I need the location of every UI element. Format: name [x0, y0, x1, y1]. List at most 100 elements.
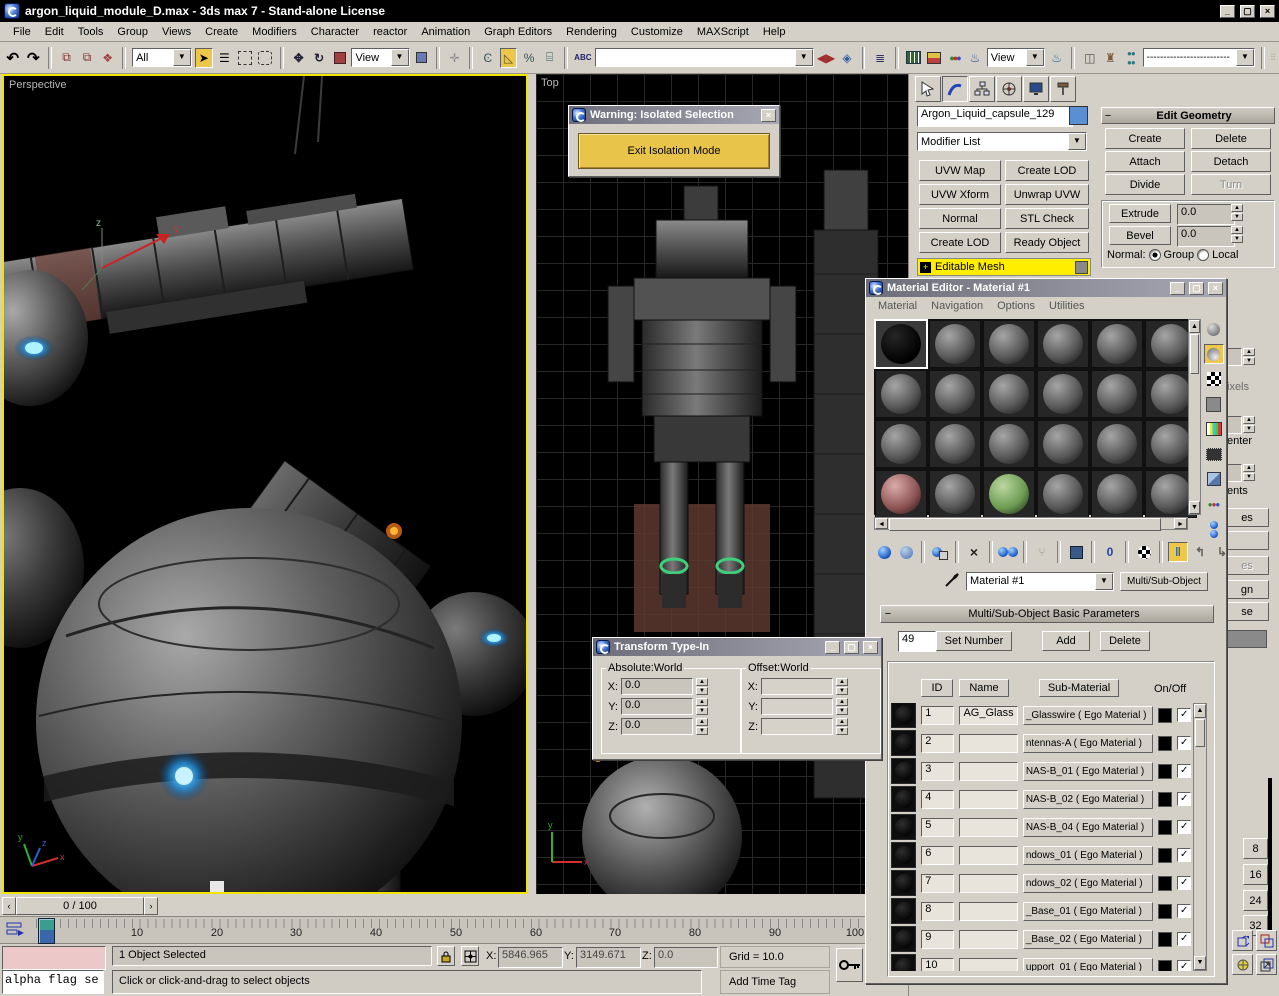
make-preview-icon[interactable]: [1204, 444, 1224, 464]
menu-rendering[interactable]: Rendering: [559, 24, 624, 40]
row-name-field[interactable]: [959, 958, 1017, 972]
create-lod2-button[interactable]: Create LOD: [919, 232, 1001, 253]
video-color-check-icon[interactable]: [1204, 419, 1224, 439]
off-z-spinner[interactable]: ▲▼: [836, 718, 848, 735]
row-name-field[interactable]: [959, 818, 1017, 837]
row-preview-swatch[interactable]: [891, 814, 916, 840]
row-preview-swatch[interactable]: [891, 898, 916, 924]
me-menu-options[interactable]: Options: [991, 300, 1041, 312]
menu-modifiers[interactable]: Modifiers: [245, 24, 304, 40]
row-color-swatch[interactable]: [1158, 904, 1173, 919]
material-id-channel-icon[interactable]: 0: [1100, 542, 1120, 562]
time-slider[interactable]: [38, 918, 55, 944]
scroll-up-icon[interactable]: ▲: [1189, 320, 1200, 333]
menu-create[interactable]: Create: [198, 24, 245, 40]
tab-display[interactable]: [1023, 76, 1049, 102]
material-sample[interactable]: [983, 370, 1035, 418]
select-by-material-icon[interactable]: ●●●: [1204, 494, 1224, 514]
material-sample-pink[interactable]: [875, 470, 927, 518]
scroll-up-icon[interactable]: ▲: [1194, 704, 1206, 718]
select-and-manipulate-icon[interactable]: ✛: [446, 48, 464, 68]
menu-help[interactable]: Help: [756, 24, 793, 40]
transform-maximize-button[interactable]: ▢: [844, 641, 859, 654]
row-preview-swatch[interactable]: [891, 758, 916, 784]
menu-tools[interactable]: Tools: [71, 24, 111, 40]
curve-editor-icon[interactable]: [905, 48, 923, 68]
abs-y-field[interactable]: 0.0: [621, 698, 693, 715]
uvw-xform-button[interactable]: UVW Xform: [919, 184, 1001, 205]
transform-minimize-button[interactable]: _: [825, 641, 840, 654]
scroll-down-icon[interactable]: ▼: [1189, 501, 1200, 514]
sub-material-scrollbar[interactable]: ▲ ▼: [1193, 703, 1207, 971]
row-sub-material-button[interactable]: NAS-B_02 ( Ego Material ): [1023, 790, 1153, 809]
row-onoff-checkbox[interactable]: ✓: [1177, 904, 1191, 918]
row-id-field[interactable]: 1: [921, 706, 954, 725]
row-name-field[interactable]: AG_Glass: [959, 706, 1017, 725]
create-button[interactable]: Create: [1105, 128, 1185, 149]
chevron-down-icon[interactable]: ▼: [1068, 133, 1086, 150]
material-sample[interactable]: [929, 320, 981, 368]
schematic-view-icon[interactable]: [925, 48, 943, 68]
collapse-icon[interactable]: −: [881, 608, 895, 620]
tab-utilities[interactable]: [1050, 76, 1076, 102]
row-name-field[interactable]: [959, 874, 1017, 893]
transform-dialog-titlebar[interactable]: Transform Type-In _ ▢ ×: [593, 638, 881, 656]
me-menu-navigation[interactable]: Navigation: [925, 300, 989, 312]
row-color-swatch[interactable]: [1158, 708, 1173, 723]
cut-button-5[interactable]: se: [1225, 602, 1269, 621]
object-name-field[interactable]: Argon_Liquid_capsule_129: [917, 106, 1073, 127]
cut-field[interactable]: [1225, 348, 1242, 366]
row-sub-material-button[interactable]: NAS-B_01 ( Ego Material ): [1023, 762, 1153, 781]
menu-customize[interactable]: Customize: [624, 24, 690, 40]
material-sample[interactable]: [983, 420, 1035, 468]
maxscript-mini-listener[interactable]: alpha flag se: [2, 970, 104, 994]
normal-button[interactable]: Normal: [919, 208, 1001, 229]
absolute-offset-toggle[interactable]: [461, 946, 479, 966]
off-y-spinner[interactable]: ▲▼: [836, 698, 848, 715]
mirror-icon[interactable]: ◀▶: [817, 48, 835, 68]
row-id-field[interactable]: 2: [921, 734, 954, 753]
maxscript-mini-listener-top[interactable]: [2, 946, 106, 970]
row-onoff-checkbox[interactable]: ✓: [1177, 876, 1191, 890]
zoom-extents-button[interactable]: [1232, 930, 1253, 951]
tab-modify[interactable]: [942, 76, 968, 102]
material-sample[interactable]: [875, 420, 927, 468]
extrude-spinner[interactable]: ▲▼: [1231, 204, 1243, 223]
select-object-icon[interactable]: ➤: [195, 48, 213, 68]
row-sub-material-button[interactable]: _Base_02 ( Ego Material ): [1023, 930, 1153, 949]
column-header-sub-material[interactable]: Sub-Material: [1039, 679, 1119, 697]
render-scene-icon[interactable]: ♨: [966, 48, 984, 68]
row-onoff-checkbox[interactable]: ✓: [1177, 792, 1191, 806]
row-id-field[interactable]: 3: [921, 762, 954, 781]
timeline-ruler[interactable]: 10 20 30 40 50 60 70 80 90 100: [0, 916, 865, 944]
tab-hierarchy[interactable]: [969, 76, 995, 102]
row-preview-swatch[interactable]: [891, 926, 916, 952]
smoothing-group-16[interactable]: 16: [1243, 864, 1268, 885]
material-sample[interactable]: [1091, 320, 1143, 368]
quick-render-icon[interactable]: ♨: [1048, 48, 1066, 68]
put-to-library-icon[interactable]: [1066, 542, 1086, 562]
column-header-name[interactable]: Name: [959, 679, 1009, 697]
sample-type-sphere-icon[interactable]: [1204, 319, 1224, 339]
delete-sub-button[interactable]: Delete: [1100, 631, 1150, 651]
cut-field[interactable]: [1225, 464, 1242, 482]
transform-close-button[interactable]: ×: [863, 641, 878, 654]
row-sub-material-button[interactable]: _Glasswire ( Ego Material ): [1023, 706, 1153, 725]
maximize-viewport-toggle-button[interactable]: [1256, 954, 1277, 975]
make-unique-icon[interactable]: ⑂: [1032, 542, 1052, 562]
row-color-swatch[interactable]: [1158, 932, 1173, 947]
bevel-spinner[interactable]: ▲▼: [1231, 226, 1243, 245]
row-name-field[interactable]: [959, 902, 1017, 921]
stack-swatch[interactable]: [1075, 261, 1088, 274]
me-menu-utilities[interactable]: Utilities: [1043, 300, 1090, 312]
row-color-swatch[interactable]: [1158, 848, 1173, 863]
exit-isolation-button[interactable]: Exit Isolation Mode: [578, 133, 770, 169]
smoothing-group-24[interactable]: 24: [1243, 890, 1268, 911]
edit-geometry-rollout-header[interactable]: − Edit Geometry: [1101, 107, 1275, 124]
set-number-button[interactable]: Set Number: [936, 631, 1012, 651]
scroll-right-icon[interactable]: ►: [1174, 518, 1187, 529]
row-name-field[interactable]: [959, 930, 1017, 949]
warning-dialog-titlebar[interactable]: Warning: Isolated Selection ×: [569, 106, 779, 124]
chevron-down-icon[interactable]: ▼: [1236, 49, 1254, 66]
chevron-down-icon[interactable]: ▼: [391, 49, 409, 66]
